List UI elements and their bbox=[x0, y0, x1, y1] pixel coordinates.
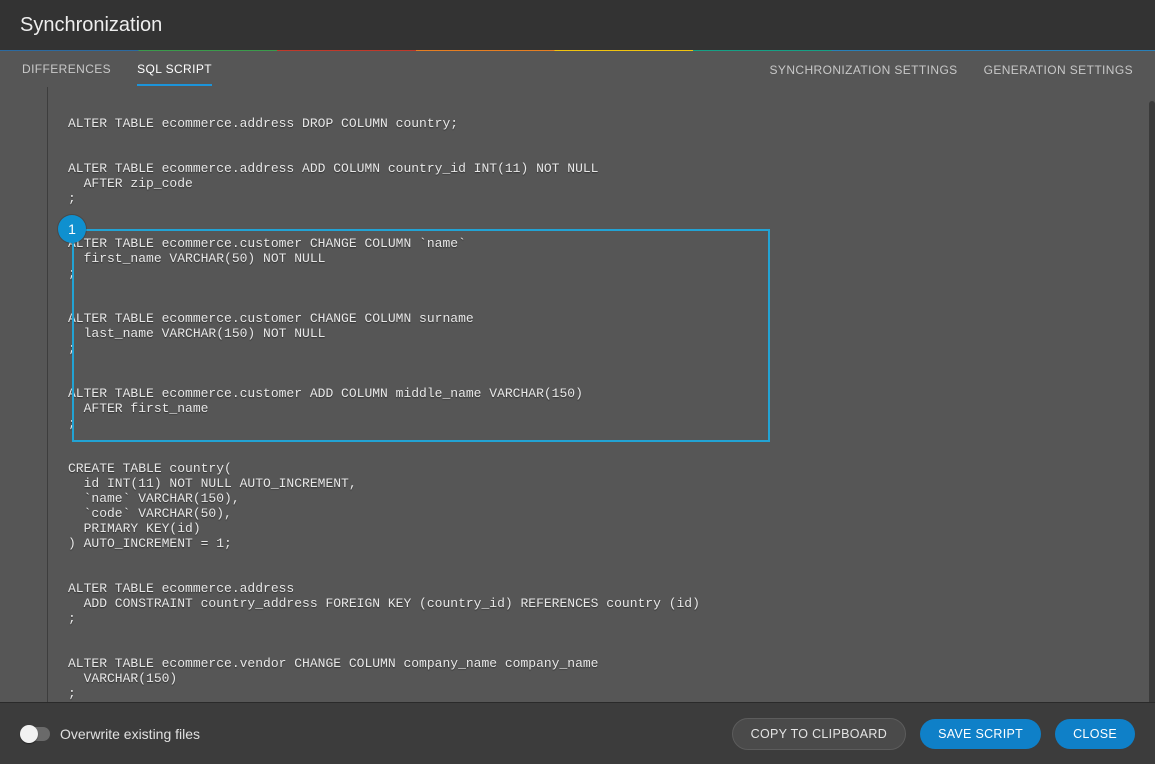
dialog-title: Synchronization bbox=[20, 14, 162, 37]
tabs-left: DIFFERENCES SQL SCRIPT bbox=[22, 52, 212, 86]
toggle-knob bbox=[20, 725, 38, 743]
footer-bar: Overwrite existing files COPY TO CLIPBOA… bbox=[0, 702, 1155, 764]
scrollbar-thumb[interactable] bbox=[1149, 101, 1155, 702]
code-gutter bbox=[0, 87, 48, 702]
tab-sql-script[interactable]: SQL SCRIPT bbox=[137, 52, 212, 86]
overwrite-label: Overwrite existing files bbox=[60, 726, 200, 742]
copy-to-clipboard-button[interactable]: COPY TO CLIPBOARD bbox=[732, 718, 906, 750]
save-script-button[interactable]: SAVE SCRIPT bbox=[920, 719, 1041, 749]
code-area[interactable]: ALTER TABLE ecommerce.address DROP COLUM… bbox=[48, 87, 1155, 702]
tab-generation-settings[interactable]: GENERATION SETTINGS bbox=[984, 53, 1133, 85]
titlebar: Synchronization bbox=[0, 0, 1155, 50]
overwrite-toggle[interactable] bbox=[20, 727, 50, 741]
close-button[interactable]: CLOSE bbox=[1055, 719, 1135, 749]
tab-sync-settings[interactable]: SYNCHRONIZATION SETTINGS bbox=[770, 53, 958, 85]
content: ALTER TABLE ecommerce.address DROP COLUM… bbox=[0, 87, 1155, 702]
annotation-highlight bbox=[72, 229, 770, 442]
tab-differences[interactable]: DIFFERENCES bbox=[22, 52, 111, 86]
tab-bar: DIFFERENCES SQL SCRIPT SYNCHRONIZATION S… bbox=[0, 51, 1155, 87]
tabs-right: SYNCHRONIZATION SETTINGS GENERATION SETT… bbox=[770, 53, 1133, 85]
synchronization-dialog: Synchronization DIFFERENCES SQL SCRIPT S… bbox=[0, 0, 1155, 764]
footer-right: COPY TO CLIPBOARD SAVE SCRIPT CLOSE bbox=[732, 718, 1135, 750]
annotation-badge-1: 1 bbox=[58, 215, 86, 243]
footer-left: Overwrite existing files bbox=[20, 726, 200, 742]
